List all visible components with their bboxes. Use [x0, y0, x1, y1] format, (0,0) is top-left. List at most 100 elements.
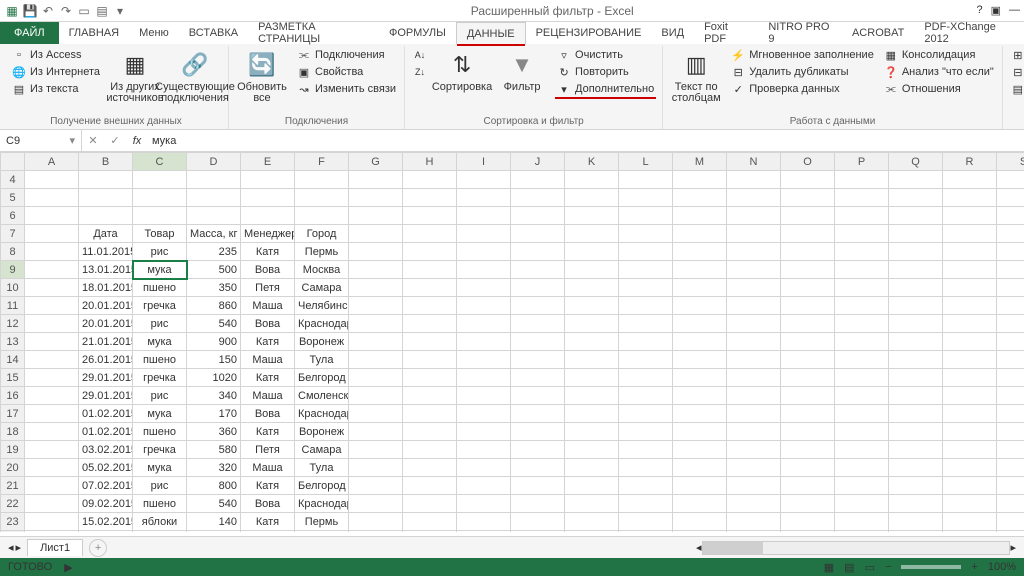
cell[interactable]: [619, 279, 673, 297]
cell[interactable]: [997, 495, 1024, 513]
cell[interactable]: Петя: [241, 441, 295, 459]
cell[interactable]: мука: [133, 333, 187, 351]
cell[interactable]: [349, 243, 403, 261]
cell[interactable]: [457, 513, 511, 531]
cell[interactable]: [997, 207, 1024, 225]
tab-рецензирование[interactable]: РЕЦЕНЗИРОВАНИЕ: [526, 22, 652, 44]
cell[interactable]: [835, 171, 889, 189]
sort-asc-button[interactable]: A↓: [411, 47, 429, 63]
cell[interactable]: [997, 387, 1024, 405]
cell[interactable]: [835, 189, 889, 207]
cell[interactable]: [943, 477, 997, 495]
cell[interactable]: [565, 513, 619, 531]
cell[interactable]: [673, 225, 727, 243]
cell[interactable]: Маша: [241, 297, 295, 315]
cell[interactable]: [565, 261, 619, 279]
cell[interactable]: [403, 477, 457, 495]
cell[interactable]: [781, 423, 835, 441]
cell[interactable]: [835, 441, 889, 459]
cell[interactable]: [727, 315, 781, 333]
cell[interactable]: Краснодар: [295, 405, 349, 423]
cell[interactable]: [835, 279, 889, 297]
cell[interactable]: Смоленск: [295, 387, 349, 405]
cell[interactable]: [781, 279, 835, 297]
cell[interactable]: [889, 189, 943, 207]
cell[interactable]: [727, 387, 781, 405]
cell[interactable]: [187, 189, 241, 207]
select-all[interactable]: [1, 153, 25, 171]
cell[interactable]: [349, 189, 403, 207]
cell[interactable]: [349, 225, 403, 243]
cell[interactable]: [835, 369, 889, 387]
cell[interactable]: [511, 351, 565, 369]
cell[interactable]: [25, 495, 79, 513]
cell[interactable]: [25, 441, 79, 459]
cell[interactable]: [727, 297, 781, 315]
cell[interactable]: [781, 405, 835, 423]
cell[interactable]: [673, 531, 727, 533]
cell[interactable]: [349, 333, 403, 351]
cell[interactable]: [565, 477, 619, 495]
row-header[interactable]: 4: [1, 171, 25, 189]
horizontal-scrollbar[interactable]: ◂▸: [696, 541, 1016, 555]
cell[interactable]: [889, 441, 943, 459]
cell[interactable]: [781, 531, 835, 533]
cell[interactable]: [781, 495, 835, 513]
col-header[interactable]: H: [403, 153, 457, 171]
cell[interactable]: [403, 333, 457, 351]
cell[interactable]: [997, 459, 1024, 477]
cell[interactable]: мука: [133, 459, 187, 477]
cell[interactable]: бананы: [133, 531, 187, 533]
cell[interactable]: [295, 207, 349, 225]
cell[interactable]: [25, 225, 79, 243]
row-header[interactable]: 6: [1, 207, 25, 225]
cell[interactable]: [673, 441, 727, 459]
cell[interactable]: [349, 351, 403, 369]
cell[interactable]: Вова: [241, 315, 295, 333]
ribbon-options-icon[interactable]: ▣: [991, 4, 1001, 17]
cell[interactable]: рис: [133, 243, 187, 261]
col-header[interactable]: B: [79, 153, 133, 171]
cell[interactable]: [673, 297, 727, 315]
cell[interactable]: [673, 207, 727, 225]
cell[interactable]: [889, 387, 943, 405]
cell[interactable]: [25, 207, 79, 225]
cell[interactable]: [673, 387, 727, 405]
cell[interactable]: [619, 315, 673, 333]
cell[interactable]: [619, 513, 673, 531]
cell[interactable]: [943, 315, 997, 333]
cell[interactable]: Челябинск: [295, 531, 349, 533]
cell[interactable]: Дата: [79, 225, 133, 243]
tab-foxit pdf[interactable]: Foxit PDF: [694, 22, 758, 44]
cell[interactable]: [295, 189, 349, 207]
cell[interactable]: [565, 207, 619, 225]
cell[interactable]: Краснодар: [295, 315, 349, 333]
cell[interactable]: [727, 207, 781, 225]
cell[interactable]: [943, 297, 997, 315]
cell[interactable]: 320: [187, 531, 241, 533]
ungroup-button[interactable]: ⊟Разгруппировать: [1009, 64, 1024, 80]
cell[interactable]: Воронеж: [295, 423, 349, 441]
sheet-nav[interactable]: ◂▸: [8, 541, 21, 554]
col-header[interactable]: A: [25, 153, 79, 171]
cell[interactable]: [565, 171, 619, 189]
subtotal-button[interactable]: ▤Промежуточный итог: [1009, 81, 1024, 97]
cell[interactable]: [25, 171, 79, 189]
cell[interactable]: [781, 297, 835, 315]
cell[interactable]: [457, 207, 511, 225]
cell[interactable]: [457, 279, 511, 297]
cell[interactable]: [781, 171, 835, 189]
cell[interactable]: [25, 261, 79, 279]
cell[interactable]: [889, 369, 943, 387]
cell[interactable]: [889, 297, 943, 315]
cell[interactable]: [781, 315, 835, 333]
cell[interactable]: [511, 387, 565, 405]
row-header[interactable]: 7: [1, 225, 25, 243]
cell[interactable]: [997, 531, 1024, 533]
sort-button[interactable]: ⇅Сортировка: [433, 46, 491, 95]
col-header[interactable]: G: [349, 153, 403, 171]
cell[interactable]: [727, 423, 781, 441]
row-header[interactable]: 23: [1, 513, 25, 531]
spreadsheet-grid[interactable]: ABCDEFGHIJKLMNOPQRS4567ДатаТоварМасса, к…: [0, 152, 1024, 532]
cell[interactable]: [25, 297, 79, 315]
